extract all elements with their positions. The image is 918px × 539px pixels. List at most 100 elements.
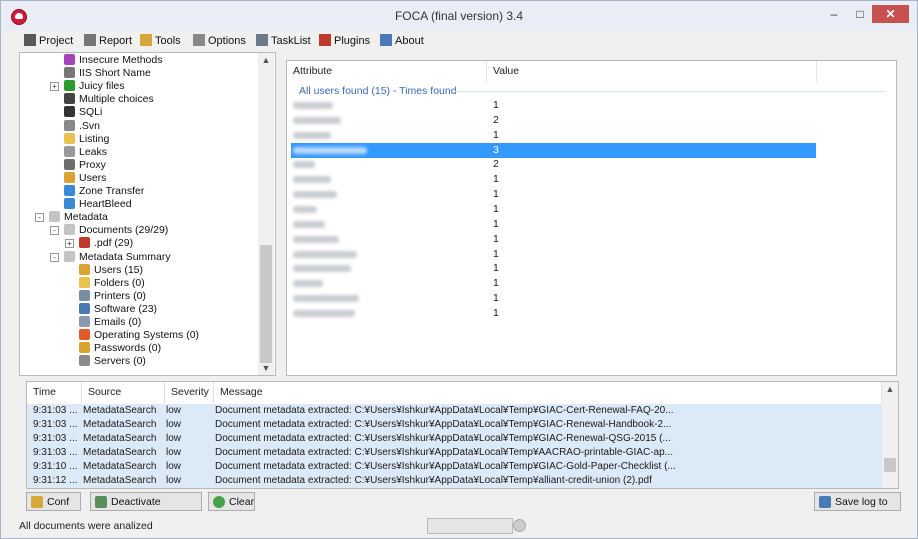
tree-item-label: Zone Transfer	[79, 185, 145, 197]
tree-scroll-thumb[interactable]	[260, 245, 272, 363]
redacted-username	[293, 280, 323, 288]
log-message: Document metadata extracted: C:¥Users¥Is…	[215, 447, 673, 458]
log-message: Document metadata extracted: C:¥Users¥Is…	[215, 461, 676, 472]
log-scroll-thumb[interactable]	[884, 458, 896, 472]
log-row[interactable]: 9:31:03 ... MetadataSearch low Document met…	[27, 418, 882, 432]
tree-item[interactable]: Documents (29/29)	[64, 224, 168, 237]
tree-scrollbar[interactable]: ▲ ▼	[258, 53, 274, 375]
conf-button[interactable]: Conf	[26, 492, 81, 511]
log-column-severity[interactable]: Severity	[165, 382, 214, 403]
user-row[interactable]: 1	[291, 306, 816, 321]
menu-options[interactable]: Options	[193, 33, 246, 49]
tree-item[interactable]: Servers (0)	[79, 355, 146, 368]
tree-item[interactable]: Proxy	[64, 158, 106, 172]
tree-expander-icon[interactable]: +	[50, 82, 59, 92]
tree-expander-icon[interactable]: -	[35, 213, 44, 223]
redacted-username	[293, 102, 333, 109]
tree-item[interactable]: Multiple choices	[64, 93, 154, 106]
tree-item[interactable]: .pdf (29)	[79, 237, 133, 250]
tree-item[interactable]: Metadata	[49, 211, 108, 224]
log-column-time[interactable]: Time	[27, 382, 82, 403]
tree-item[interactable]: Printers (0)	[79, 289, 146, 303]
tree-item[interactable]: Emails (0)	[79, 316, 141, 329]
tree-item[interactable]: HeartBleed	[64, 198, 132, 211]
user-row[interactable]: 3	[291, 142, 816, 158]
tree-item[interactable]: Operating Systems (0)	[79, 329, 199, 342]
clear-button[interactable]: Clear	[208, 492, 255, 511]
times-found-value: 1	[493, 188, 499, 201]
log-panel[interactable]: Time Source Severity Message ▲ 9:31:03 .…	[26, 381, 899, 489]
tree-item[interactable]: Folders (0)	[79, 276, 145, 290]
user-row[interactable]: 2	[291, 157, 816, 172]
results-list[interactable]: Attribute Value All users found (15) - T…	[286, 60, 897, 376]
tree-item[interactable]: Passwords (0)	[79, 342, 161, 355]
user-row[interactable]: 2	[291, 113, 816, 128]
log-scrollbar[interactable]: ▲	[882, 382, 898, 488]
tree-item[interactable]: Juicy files	[64, 80, 125, 93]
tree-expander-icon[interactable]: +	[65, 239, 74, 249]
tree-item[interactable]: Metadata Summary	[64, 250, 171, 264]
tree-item[interactable]: Insecure Methods	[64, 54, 162, 67]
minimize-button[interactable]: –	[824, 5, 844, 23]
menu-about[interactable]: About	[380, 33, 424, 49]
user-row[interactable]: 1	[291, 247, 816, 262]
log-severity: low	[166, 433, 182, 444]
menu-label: TaskList	[271, 35, 311, 47]
log-message: Document metadata extracted: C:¥Users¥Is…	[215, 475, 652, 486]
log-row[interactable]: 9:31:03 ... MetadataSearch low Document met…	[27, 404, 882, 418]
users-group-header[interactable]: All users found (15) - Times found	[299, 85, 457, 97]
tree-item-label: Proxy	[79, 158, 106, 171]
log-column-message[interactable]: Message	[214, 382, 882, 403]
log-row[interactable]: 9:31:03 ... MetadataSearch low Document met…	[27, 446, 882, 460]
tree-item[interactable]: SQLi	[64, 106, 102, 119]
user-row[interactable]: 1	[291, 276, 816, 291]
scroll-up-arrow-icon[interactable]: ▲	[258, 53, 274, 67]
svn-icon	[64, 119, 75, 131]
close-button[interactable]: ✕	[872, 5, 909, 23]
redacted-username	[293, 191, 337, 199]
menu-bar: Project Report Tools Options TaskList Plugins…	[1, 31, 917, 51]
tree-item[interactable]: IIS Short Name	[64, 67, 151, 80]
menu-plugins[interactable]: Plugins	[319, 33, 370, 49]
menu-tools[interactable]: Tools	[140, 33, 181, 49]
tree-item[interactable]: Software (23)	[79, 302, 157, 316]
menu-label: Project	[39, 35, 74, 47]
log-severity: low	[166, 447, 182, 458]
deactivate-autoscroll-button[interactable]: Deactivate AutoScroll	[90, 492, 202, 527]
menu-tasklist[interactable]: TaskList	[256, 33, 311, 49]
times-found-value: 1	[493, 247, 499, 260]
user-row[interactable]: 1	[291, 232, 816, 247]
tree-item-label: .Svn	[79, 119, 101, 132]
user-row[interactable]: 1	[291, 291, 816, 306]
column-header-attribute[interactable]: Attribute	[287, 61, 487, 82]
menu-report[interactable]: Report	[84, 33, 132, 49]
tree-expander-icon[interactable]: -	[50, 226, 59, 236]
save-log-button[interactable]: Save log to File	[814, 492, 901, 527]
user-row[interactable]: 1	[291, 98, 816, 113]
user-row[interactable]: 1	[291, 187, 816, 202]
log-column-source[interactable]: Source	[82, 382, 165, 403]
scroll-down-arrow-icon[interactable]: ▼	[258, 361, 274, 375]
user-row[interactable]: 1	[291, 172, 816, 187]
tree-expander-icon[interactable]: -	[50, 252, 59, 262]
tree-item[interactable]: Leaks	[64, 145, 107, 159]
user-row[interactable]: 1	[291, 217, 816, 232]
column-header-value[interactable]: Value	[487, 61, 817, 82]
log-scroll-up-icon[interactable]: ▲	[882, 382, 898, 396]
tree-item[interactable]: Users (15)	[79, 263, 143, 277]
log-row[interactable]: 9:31:10 ... MetadataSearch low Document met…	[27, 460, 882, 474]
project-tree[interactable]: Servers (0) Passwords (0) Operating System…	[19, 52, 276, 376]
log-row[interactable]: 9:31:12 ... MetadataSearch low Document met…	[27, 474, 882, 488]
user-row[interactable]: 1	[291, 202, 816, 217]
cancel-icon[interactable]	[513, 519, 526, 532]
log-row[interactable]: 9:31:03 ... MetadataSearch low Document met…	[27, 432, 882, 446]
maximize-button[interactable]: □	[850, 5, 870, 23]
tree-item[interactable]: .Svn	[64, 119, 101, 133]
user-row[interactable]: 1	[291, 261, 816, 276]
tree-item[interactable]: Listing	[64, 132, 109, 146]
tree-item[interactable]: Users	[64, 171, 106, 185]
menu-project[interactable]: Project	[24, 33, 73, 49]
user-row[interactable]: 1	[291, 128, 816, 143]
refresh-icon	[213, 496, 225, 508]
tree-item[interactable]: Zone Transfer	[64, 185, 144, 198]
